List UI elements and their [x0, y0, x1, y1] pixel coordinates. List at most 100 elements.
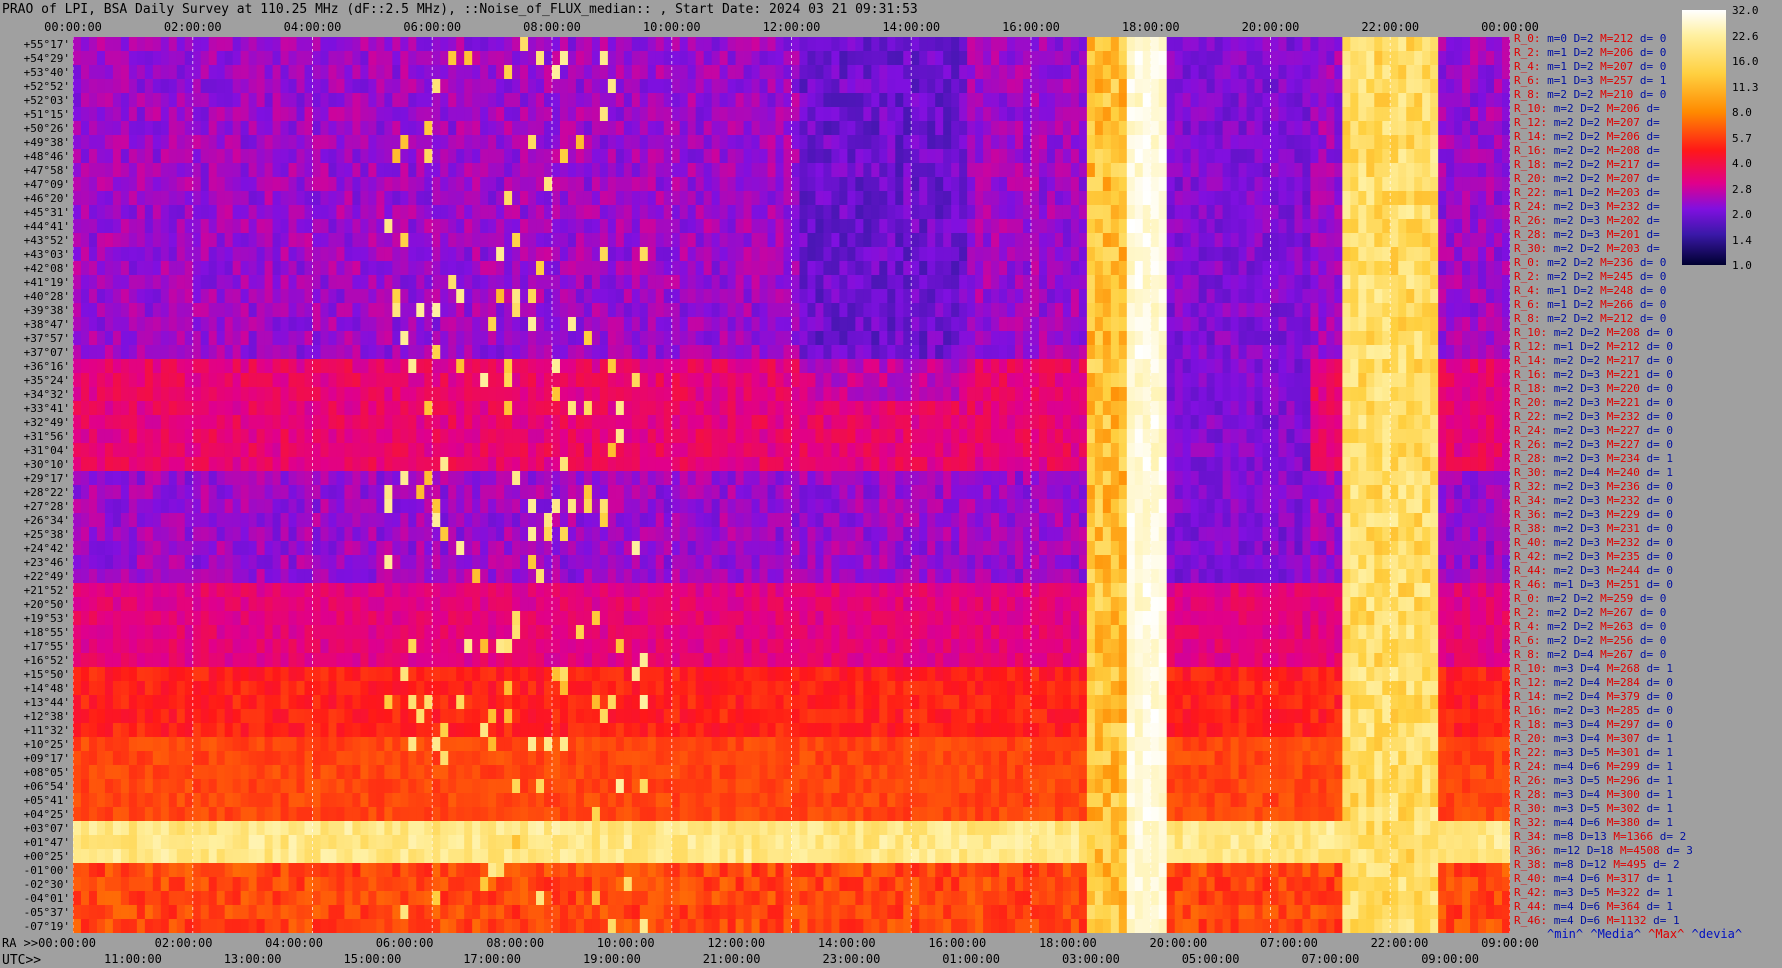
- heatmap-cell: [1430, 275, 1439, 290]
- heatmap-cell: [96, 401, 106, 416]
- heatmap-cell: [88, 79, 98, 94]
- heatmap-cell: [208, 247, 218, 262]
- heatmap-cell: [719, 51, 729, 66]
- heatmap-cell: [943, 219, 952, 234]
- heatmap-cell: [687, 205, 697, 220]
- heatmap-cell: [943, 359, 952, 374]
- heatmap-cell: [711, 275, 721, 290]
- heatmap-cell: [687, 65, 697, 80]
- heatmap-cell: [216, 177, 226, 192]
- heatmap-cell: [615, 121, 625, 136]
- heatmap-cell: [360, 317, 369, 332]
- heatmap-cell: [919, 289, 928, 304]
- heatmap-cell: [799, 275, 809, 290]
- heatmap-cell: [1310, 345, 1319, 360]
- heatmap-cell: [1502, 149, 1510, 164]
- heatmap-cell: [1078, 37, 1088, 52]
- heatmap-cell: [791, 191, 801, 206]
- heatmap-cell: [1206, 37, 1216, 52]
- heatmap-cell: [1222, 289, 1232, 304]
- heatmap-cell: [336, 359, 346, 374]
- heatmap-cell: [152, 247, 162, 262]
- heatmap-cell: [647, 107, 657, 122]
- heatmap-cell: [1070, 107, 1080, 122]
- heatmap-cell: [1062, 261, 1072, 276]
- heatmap-cell: [1158, 331, 1168, 346]
- heatmap-cell: [1374, 37, 1383, 52]
- heatmap-cell: [368, 261, 377, 276]
- heatmap-cell: [184, 163, 194, 178]
- heatmap-cell: [1270, 191, 1280, 206]
- heatmap-cell: [280, 219, 290, 234]
- heatmap-cell: [1342, 163, 1351, 178]
- heatmap-cell: [999, 275, 1008, 290]
- heatmap-cell: [1238, 317, 1248, 332]
- heatmap-cell: [1023, 51, 1032, 66]
- heatmap-cell: [1134, 331, 1144, 346]
- heatmap-cell: [919, 387, 928, 402]
- heatmap-cell: [1190, 79, 1200, 94]
- heatmap-cell: [472, 387, 481, 402]
- heatmap-cell: [943, 233, 952, 248]
- heatmap-cell: [1182, 289, 1192, 304]
- heatmap-cell: [879, 303, 888, 318]
- heatmap-cell: [88, 331, 98, 346]
- heatmap-cell: [1382, 331, 1391, 346]
- heatmap-cell: [703, 93, 713, 108]
- heatmap-cell: [743, 65, 753, 80]
- heatmap-cell: [1015, 37, 1024, 52]
- heatmap-cell: [559, 93, 569, 108]
- heatmap-cell: [1142, 37, 1152, 52]
- heatmap-cell: [967, 415, 976, 430]
- heatmap-cell: [615, 387, 625, 402]
- heatmap-cell: [304, 79, 314, 94]
- heatmap-cell: [1366, 163, 1375, 178]
- heatmap-cell: [1158, 261, 1168, 276]
- heatmap-cell: [983, 121, 992, 136]
- heatmap-cell: [783, 191, 793, 206]
- heatmap-cell: [783, 373, 793, 388]
- heatmap-cell: [647, 79, 657, 94]
- heatmap-cell: [456, 37, 465, 52]
- heatmap-cell: [128, 233, 138, 248]
- heatmap-cell: [264, 359, 274, 374]
- heatmap-cell: [168, 65, 178, 80]
- heatmap-cell: [863, 177, 872, 192]
- heatmap-cell: [1062, 163, 1072, 178]
- heatmap-cell: [1158, 191, 1168, 206]
- heatmap-cell: [544, 219, 553, 234]
- heatmap-cell: [376, 37, 385, 52]
- heatmap-cell: [168, 177, 178, 192]
- heatmap-cell: [472, 303, 481, 318]
- heatmap-cell: [376, 93, 385, 108]
- heatmap-cell: [943, 275, 952, 290]
- heatmap-cell: [1094, 163, 1104, 178]
- heatmap-cell: [927, 93, 936, 108]
- heatmap-cell: [224, 121, 234, 136]
- heatmap-cell: [1470, 345, 1479, 360]
- heatmap-cell: [1102, 79, 1112, 94]
- heatmap-cell: [831, 177, 840, 192]
- heatmap-cell: [1158, 317, 1168, 332]
- heatmap-cell: [1406, 303, 1415, 318]
- heatmap-cell: [647, 401, 657, 416]
- heatmap-cell: [448, 345, 457, 360]
- heatmap-cell: [168, 303, 178, 318]
- heatmap-cell: [1502, 163, 1510, 178]
- heatmap-cell: [679, 275, 689, 290]
- heatmap-cell: [1342, 387, 1351, 402]
- heatmap-cell: [1062, 121, 1072, 136]
- heatmap-cell: [967, 93, 976, 108]
- heatmap-cell: [360, 149, 369, 164]
- heatmap-cell: [599, 149, 609, 164]
- heatmap-cell: [679, 135, 689, 150]
- heatmap-cell: [1078, 93, 1088, 108]
- heatmap-cell: [575, 303, 585, 318]
- heatmap-cell: [88, 387, 98, 402]
- heatmap-cell: [1046, 275, 1056, 290]
- heatmap-cell: [967, 191, 976, 206]
- heatmap-cell: [1118, 37, 1128, 52]
- heatmap-cell: [1486, 121, 1495, 136]
- heatmap-cell: [1102, 415, 1112, 430]
- heatmap-cell: [687, 415, 697, 430]
